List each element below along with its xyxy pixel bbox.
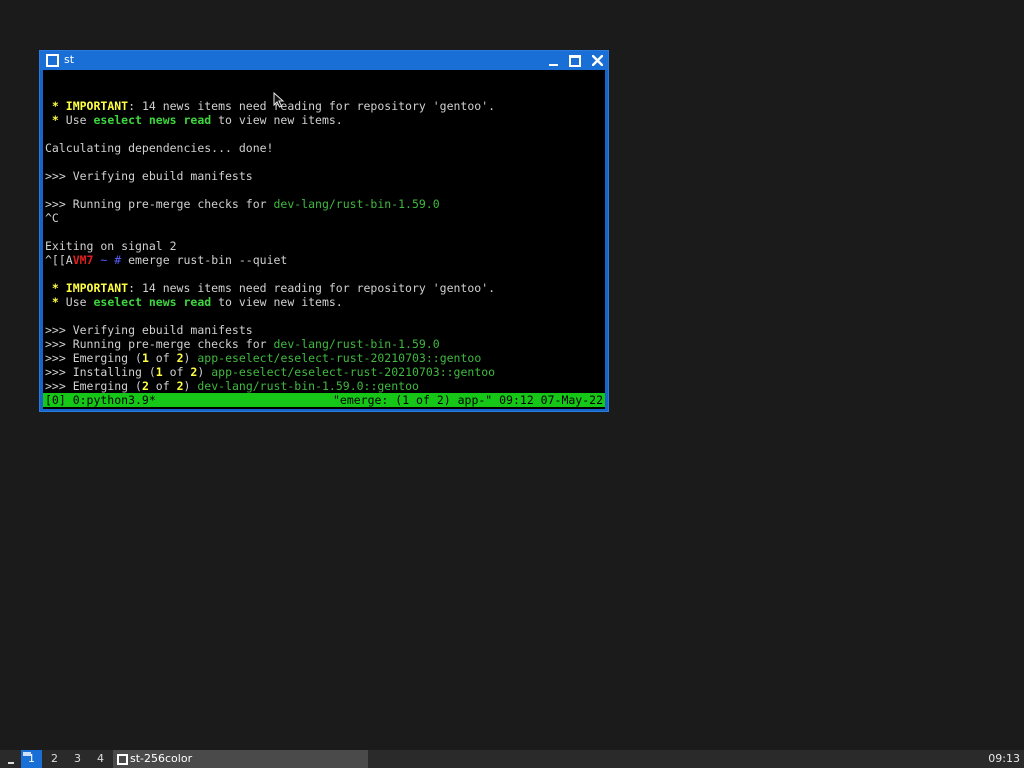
terminal-text: of: [162, 365, 191, 379]
terminal-text: 1: [155, 365, 163, 379]
terminal-text: 1: [141, 351, 149, 365]
terminal-line: Exiting on signal 2: [45, 239, 495, 253]
tmux-status-right: "emerge: (1 of 2) app-" 09:12 07-May-22: [332, 393, 603, 407]
terminal-text: : 14 news items need reading for reposit…: [128, 99, 496, 113]
terminal-window[interactable]: st * IMPORTANT: 14 news items need readi…: [39, 50, 609, 412]
window-title: st: [64, 53, 75, 66]
terminal-area[interactable]: * IMPORTANT: 14 news items need reading …: [43, 70, 605, 409]
terminal-line: >>> Verifying ebuild manifests: [45, 169, 495, 183]
terminal-text: >>> Verifying ebuild manifests: [45, 169, 253, 183]
terminal-line: >>> Emerging (1 of 2) app-eselect/eselec…: [45, 351, 495, 365]
mouse-pointer-icon: [273, 92, 285, 108]
terminal-text: eselect news read: [93, 113, 212, 127]
terminal-line: >>> Running pre-merge checks for dev-lan…: [45, 197, 495, 211]
terminal-text: ~ #: [93, 253, 129, 267]
maximize-button[interactable]: [565, 51, 585, 70]
terminal-text: dev-lang/rust-bin-1.59.0: [273, 197, 440, 211]
terminal-line: >>> Verifying ebuild manifests: [45, 323, 495, 337]
terminal-text: *: [45, 113, 66, 127]
window-icon[interactable]: [46, 54, 59, 67]
minimize-button[interactable]: [543, 51, 563, 70]
terminal-text: >>> Emerging (: [45, 351, 142, 365]
terminal-text: >>> Installing (: [45, 365, 156, 379]
terminal-text: ^C: [45, 211, 59, 225]
terminal-text: app-eselect/eselect-rust-20210703::gento…: [197, 351, 482, 365]
terminal-line: >>> Installing (1 of 2) app-eselect/esel…: [45, 365, 495, 379]
terminal-text: Exiting on signal 2: [45, 239, 177, 253]
active-workspace-indicator: [23, 752, 31, 756]
clock: 09:13: [988, 752, 1020, 765]
terminal-line: >>> Running pre-merge checks for dev-lan…: [45, 337, 495, 351]
terminal-text: ^[[A: [45, 253, 73, 267]
terminal-text: of: [148, 351, 177, 365]
terminal-text: eselect news read: [93, 295, 212, 309]
terminal-line: Calculating dependencies... done!: [45, 141, 495, 155]
terminal-text: 2: [141, 379, 149, 393]
terminal-text: ): [183, 379, 198, 393]
terminal-text: dev-lang/rust-bin-1.59.0: [273, 337, 440, 351]
terminal-line: ^C: [45, 211, 495, 225]
terminal-text: app-eselect/eselect-rust-20210703::gento…: [211, 365, 496, 379]
workspace-1[interactable]: 1: [21, 750, 42, 768]
terminal-text: *: [45, 281, 66, 295]
terminal-text: IMPORTANT: [65, 281, 129, 295]
workspace-3[interactable]: 3: [67, 750, 88, 768]
terminal-text: IMPORTANT: [65, 99, 129, 113]
terminal-output: * IMPORTANT: 14 news items need reading …: [45, 85, 495, 407]
terminal-text: to view new items.: [211, 295, 343, 309]
terminal-text: >>> Verifying ebuild manifests: [45, 323, 253, 337]
terminal-text: dev-lang/rust-bin-1.59.0::gentoo: [197, 379, 419, 393]
close-icon: [591, 55, 603, 66]
terminal-text: : 14 news items need reading for reposit…: [128, 281, 496, 295]
workspace-2[interactable]: 2: [44, 750, 65, 768]
terminal-text: ): [197, 365, 212, 379]
terminal-line: * IMPORTANT: 14 news items need reading …: [45, 281, 495, 295]
terminal-text: 2: [176, 379, 184, 393]
tmux-window-list: [0] 0:python3.9*: [45, 393, 156, 407]
minimize-icon: [548, 63, 558, 66]
terminal-text: VM7: [72, 253, 94, 267]
terminal-text: *: [45, 295, 66, 309]
terminal-text: >>> Running pre-merge checks for: [45, 197, 274, 211]
terminal-text: >>> Emerging (: [45, 379, 142, 393]
terminal-line: >>> Emerging (2 of 2) dev-lang/rust-bin-…: [45, 379, 495, 393]
terminal-line: * Use eselect news read to view new item…: [45, 295, 495, 309]
window-icon: [117, 754, 128, 765]
window-titlebar[interactable]: st: [40, 51, 608, 70]
tmux-status-bar: [0] 0:python3.9* "emerge: (1 of 2) app-"…: [43, 393, 605, 407]
close-button[interactable]: [587, 51, 607, 70]
terminal-text: 2: [176, 351, 184, 365]
menu-button[interactable]: [4, 750, 18, 768]
taskbar: 1 2 3 4 st-256color 09:13: [0, 750, 1024, 768]
terminal-line: * Use eselect news read to view new item…: [45, 113, 495, 127]
terminal-text: of: [148, 379, 177, 393]
desktop: st * IMPORTANT: 14 news items need readi…: [0, 0, 1024, 768]
workspace-4[interactable]: 4: [90, 750, 111, 768]
terminal-text: to view new items.: [211, 113, 343, 127]
task-label: st-256color: [130, 752, 193, 765]
terminal-text: Use: [65, 113, 94, 127]
terminal-line: * IMPORTANT: 14 news items need reading …: [45, 99, 495, 113]
terminal-text: ): [183, 351, 198, 365]
menu-icon: [8, 762, 14, 764]
terminal-text: >>> Running pre-merge checks for: [45, 337, 274, 351]
maximize-icon: [569, 54, 581, 67]
terminal-text: Use: [65, 295, 94, 309]
terminal-text: Calculating dependencies... done!: [45, 141, 274, 155]
terminal-text: *: [45, 99, 66, 113]
taskbar-task-st[interactable]: st-256color: [113, 750, 368, 768]
terminal-line: ^[[AVM7 ~ # emerge rust-bin --quiet: [45, 253, 495, 267]
terminal-text: emerge rust-bin --quiet: [128, 253, 288, 267]
